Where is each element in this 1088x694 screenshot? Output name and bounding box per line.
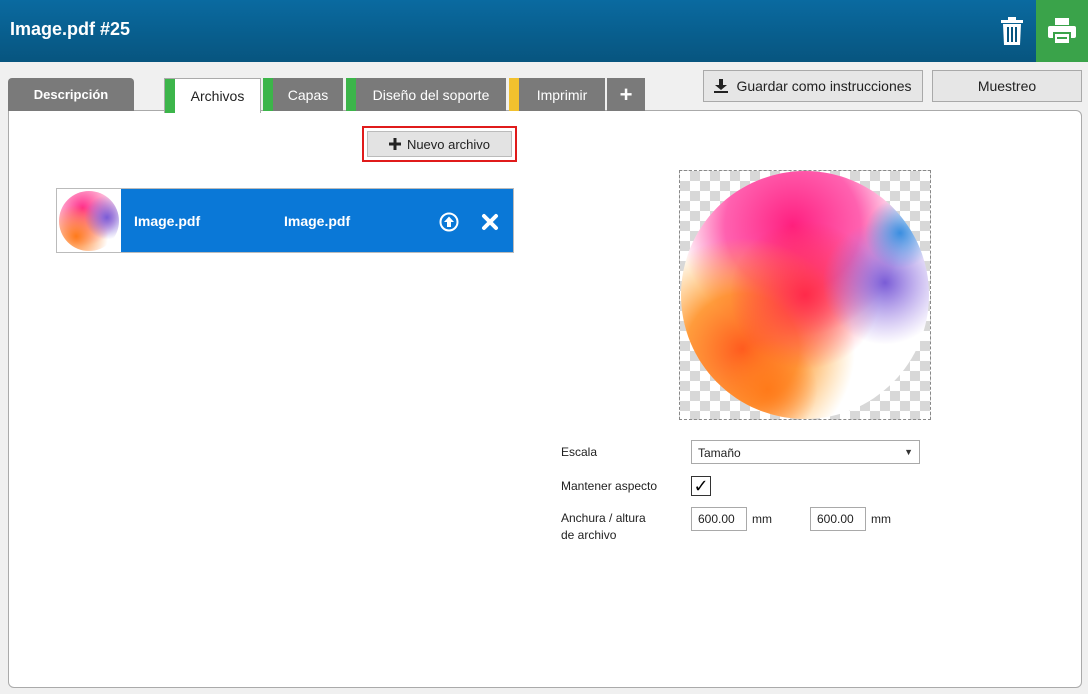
tab-archivos[interactable]: Archivos — [164, 78, 261, 113]
tab-status-stripe — [346, 78, 356, 111]
width-input[interactable]: 600.00 — [691, 507, 747, 531]
close-icon — [482, 214, 498, 230]
keep-aspect-checkbox[interactable]: ✓ — [691, 476, 711, 496]
file-size-label-line2: de archivo — [561, 528, 617, 542]
title-bar: Image.pdf #25 — [0, 0, 1088, 62]
file-source-name: Image.pdf — [284, 213, 351, 229]
height-input[interactable]: 600.00 — [810, 507, 866, 531]
delete-button[interactable] — [988, 0, 1036, 62]
tab-status-stripe — [509, 78, 519, 111]
height-unit: mm — [871, 512, 891, 526]
new-file-button[interactable]: Nuevo archivo — [367, 131, 512, 157]
new-file-highlight: Nuevo archivo — [362, 126, 517, 162]
save-as-instructions-button[interactable]: Guardar como instrucciones — [703, 70, 923, 102]
file-list-item[interactable]: Image.pdf Image.pdf — [56, 188, 514, 253]
file-thumbnail — [57, 189, 121, 252]
tab-imprimir[interactable]: Imprimir — [509, 78, 605, 111]
add-tab-button[interactable]: + — [607, 78, 645, 111]
file-preview — [679, 170, 931, 420]
remove-file-button[interactable] — [480, 212, 500, 232]
dropdown-arrow-icon: ▼ — [904, 447, 913, 457]
file-name: Image.pdf — [134, 213, 201, 229]
replace-file-button[interactable] — [439, 212, 459, 232]
plus-icon — [388, 138, 401, 150]
download-icon — [714, 79, 729, 93]
scale-label: Escala — [561, 445, 598, 459]
trash-icon — [1001, 17, 1023, 45]
tab-status-stripe — [263, 78, 273, 111]
tab-diseno-soporte[interactable]: Diseño del soporte — [346, 78, 506, 111]
window-title: Image.pdf #25 — [10, 19, 131, 39]
print-button[interactable] — [1036, 0, 1088, 62]
scale-select[interactable]: Tamaño ▼ — [691, 440, 920, 464]
keep-aspect-label: Mantener aspecto — [561, 479, 658, 493]
tab-descripcion[interactable]: Descripción — [8, 78, 134, 111]
upload-circle-icon — [439, 212, 459, 232]
file-size-label-line1: Anchura / altura — [561, 511, 646, 525]
width-unit: mm — [752, 512, 772, 526]
preview-image — [681, 171, 929, 419]
sampling-button[interactable]: Muestreo — [932, 70, 1082, 102]
tab-capas[interactable]: Capas — [263, 78, 343, 111]
printer-icon — [1048, 18, 1076, 44]
tab-status-stripe — [165, 79, 175, 113]
